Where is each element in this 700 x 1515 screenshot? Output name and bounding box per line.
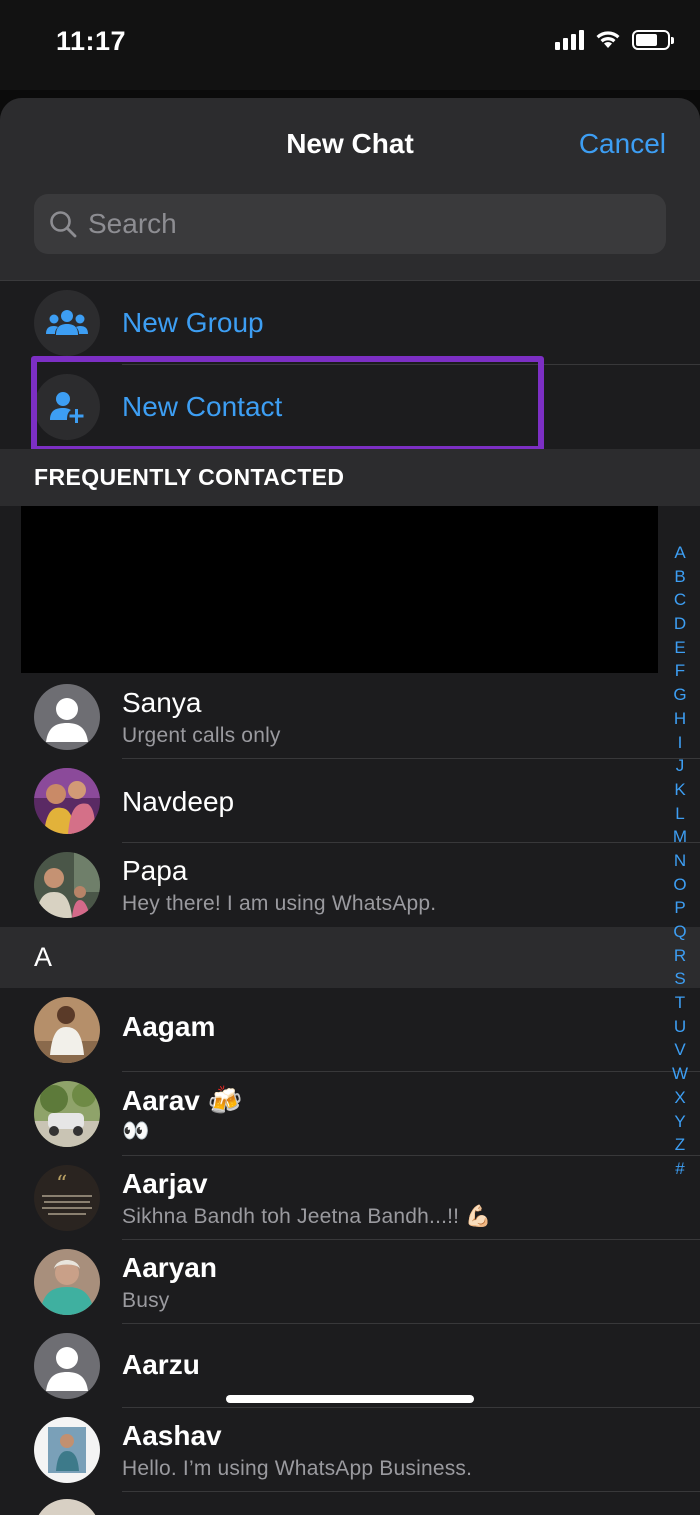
contact-name: Aarjav — [122, 1168, 208, 1199]
contact-row-aagam[interactable]: Aagam — [0, 988, 700, 1072]
avatar — [34, 684, 100, 750]
index-letter[interactable]: D — [674, 612, 686, 636]
index-letter[interactable]: V — [674, 1038, 685, 1062]
cancel-button[interactable]: Cancel — [579, 128, 666, 160]
signal-icon — [555, 30, 584, 50]
avatar-partial — [34, 1499, 100, 1515]
group-icon — [34, 290, 100, 356]
index-letter[interactable]: T — [675, 991, 685, 1015]
contact-name: Aagam — [122, 1011, 216, 1042]
avatar — [34, 997, 100, 1063]
contact-name: Aashav — [122, 1420, 222, 1451]
index-letter[interactable]: N — [674, 849, 686, 873]
contact-status: 👀 — [122, 1118, 150, 1143]
index-letter[interactable]: O — [673, 873, 686, 897]
index-letter[interactable]: E — [674, 636, 685, 660]
index-letter[interactable]: Z — [675, 1133, 685, 1157]
contact-name: Aarav 🍻 — [122, 1085, 243, 1116]
index-letter[interactable]: J — [676, 754, 685, 778]
highlight-box — [31, 356, 544, 452]
index-letter[interactable]: C — [674, 588, 686, 612]
contact-row-navdeep[interactable]: Navdeep — [0, 759, 700, 843]
index-letter[interactable]: I — [678, 731, 683, 755]
avatar — [34, 1249, 100, 1315]
avatar — [34, 1417, 100, 1483]
index-letter[interactable]: X — [674, 1086, 685, 1110]
contact-row-aarjav[interactable]: “ Aarjav Sikhna Bandh toh Jeetna Bandh..… — [0, 1156, 700, 1240]
home-indicator[interactable] — [226, 1395, 474, 1403]
status-bar: 11:17 — [0, 0, 700, 90]
svg-text:“: “ — [56, 1172, 67, 1197]
index-letter[interactable]: H — [674, 707, 686, 731]
wifi-icon — [596, 31, 620, 48]
index-letter[interactable]: Y — [674, 1110, 685, 1134]
status-icons — [555, 30, 674, 50]
avatar: “ — [34, 1165, 100, 1231]
index-letter[interactable]: U — [674, 1015, 686, 1039]
avatar — [34, 852, 100, 918]
new-group-label: New Group — [122, 307, 264, 338]
sheet-header: New Chat Cancel Search — [0, 98, 700, 281]
redacted-area — [21, 506, 658, 673]
contact-status: Urgent calls only — [122, 724, 281, 747]
index-letter[interactable]: F — [675, 659, 685, 683]
contact-row-aarav[interactable]: Aarav 🍻 👀 — [0, 1072, 700, 1156]
index-letter[interactable]: S — [674, 967, 685, 991]
avatar — [34, 1081, 100, 1147]
index-letter[interactable]: Q — [673, 920, 686, 944]
contact-status: Busy — [122, 1289, 170, 1312]
search-placeholder: Search — [88, 208, 177, 239]
index-letter[interactable]: P — [674, 896, 685, 920]
contact-row-papa[interactable]: Papa Hey there! I am using WhatsApp. — [0, 843, 700, 927]
avatar — [34, 1333, 100, 1399]
alphabet-index[interactable]: A B C D E F G H I J K L M N O P Q R S T U V W X Y Z # — [668, 541, 692, 1181]
contact-row-aaryan[interactable]: Aaryan Busy — [0, 1240, 700, 1324]
contact-row-aashav[interactable]: Aashav Hello. I’m using WhatsApp Busines… — [0, 1408, 700, 1492]
avatar — [34, 768, 100, 834]
search-input[interactable]: Search — [34, 194, 666, 254]
index-letter[interactable]: B — [674, 565, 685, 589]
status-time: 11:17 — [56, 26, 127, 56]
contact-row-sanya[interactable]: Sanya Urgent calls only — [0, 675, 700, 759]
section-header-frequent: FREQUENTLY CONTACTED — [0, 449, 700, 506]
battery-icon — [632, 30, 674, 50]
contact-status: Sikhna Bandh toh Jeetna Bandh...!! 💪🏻 — [122, 1205, 492, 1228]
contact-name: Navdeep — [122, 786, 235, 817]
index-letter[interactable]: G — [673, 683, 686, 707]
new-chat-sheet: New Chat Cancel Search New Group New Con… — [0, 98, 700, 1515]
section-header-a: A — [0, 927, 700, 988]
contact-name: Papa — [122, 855, 188, 886]
contact-name: Aarzu — [122, 1349, 200, 1380]
index-letter[interactable]: K — [674, 778, 685, 802]
contact-name: Sanya — [122, 687, 202, 718]
contact-status: Hey there! I am using WhatsApp. — [122, 892, 437, 915]
search-icon — [50, 211, 77, 238]
contact-name: Aaryan — [122, 1252, 217, 1283]
index-letter[interactable]: M — [673, 825, 687, 849]
index-letter[interactable]: W — [672, 1062, 688, 1086]
index-letter[interactable]: # — [675, 1157, 684, 1181]
new-group-button[interactable]: New Group — [0, 281, 700, 365]
contact-status: Hello. I’m using WhatsApp Business. — [122, 1457, 473, 1480]
index-letter[interactable]: L — [675, 802, 684, 826]
index-letter[interactable]: R — [674, 944, 686, 968]
index-letter[interactable]: A — [674, 541, 685, 565]
